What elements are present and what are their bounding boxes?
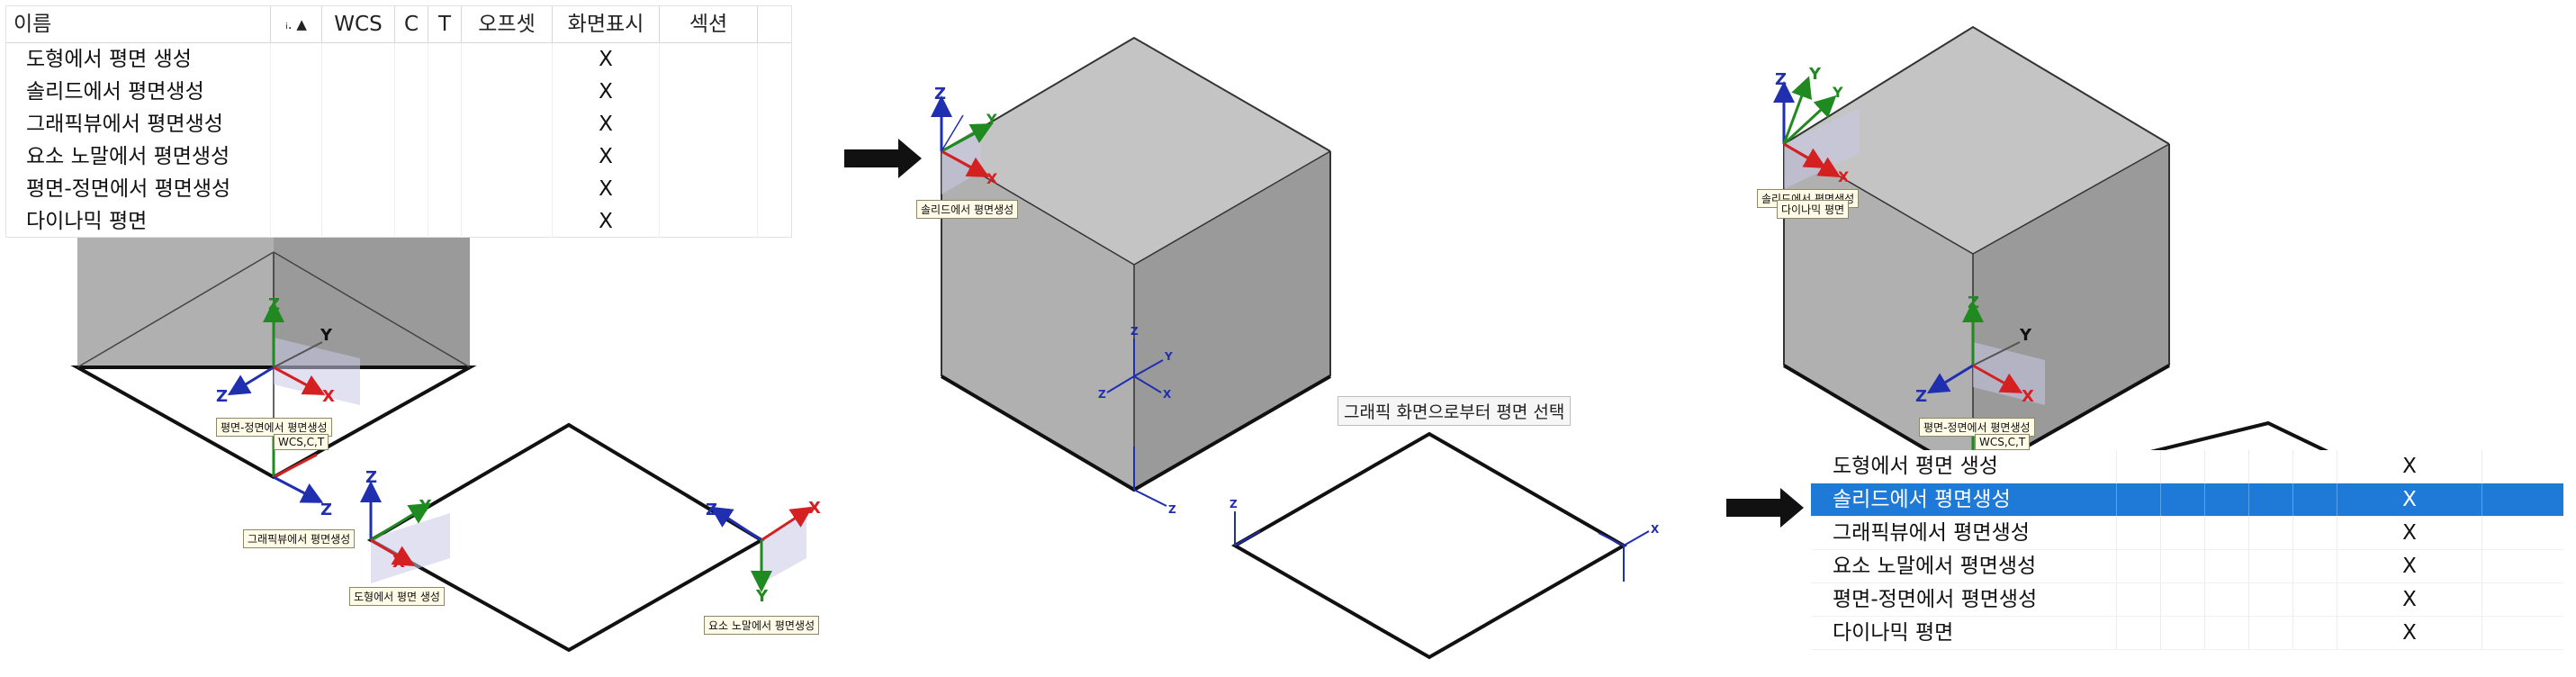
plane-tag-normal[interactable]: 요소 노말에서 평면생성 bbox=[704, 616, 820, 635]
row-name: 솔리드에서 평면생성 bbox=[6, 76, 271, 108]
pointer-arrow-icon bbox=[844, 139, 922, 178]
plane-tag-shape[interactable]: 도형에서 평면 생성 bbox=[349, 587, 445, 606]
col-header-section[interactable]: 섹션 bbox=[660, 6, 758, 42]
table-row[interactable]: 다이나믹 평면 X bbox=[6, 205, 791, 238]
table-row[interactable]: 그래픽뷰에서 평면생성 X bbox=[6, 108, 791, 140]
selection-hint: 그래픽 화면으로부터 평면 선택 bbox=[1338, 396, 1572, 426]
row-name: 다이나믹 평면 bbox=[1811, 617, 2117, 649]
axis-label-y: Y bbox=[419, 497, 432, 516]
row-name: 평면-정면에서 평면생성 bbox=[1811, 583, 2117, 616]
axis-label-z: Z bbox=[1968, 293, 1979, 312]
middle-graphics-view[interactable]: Z Y X Z Y Z X Z Z X 솔리드에서 평면생성 그래픽 화면으로부… bbox=[828, 0, 1710, 677]
row-display[interactable]: X bbox=[553, 43, 660, 76]
plane-tag-wcs[interactable]: WCS,C,T bbox=[1975, 434, 2031, 450]
axis-label-z: Z bbox=[216, 387, 228, 406]
col-header-display[interactable]: 화면표시 bbox=[553, 6, 660, 42]
axis-label-z: Z bbox=[1130, 325, 1139, 338]
plane-tag-dynamic[interactable]: 다이나믹 평면 bbox=[1777, 200, 1850, 219]
row-name: 요소 노말에서 평면생성 bbox=[6, 140, 271, 173]
axis-label-z: Z bbox=[1775, 70, 1787, 89]
axis-label-x: X bbox=[1163, 388, 1172, 401]
col-header-wcs[interactable]: WCS bbox=[322, 6, 395, 42]
axis-label-y: Y bbox=[1832, 84, 1843, 101]
axis-label-z: Z bbox=[1098, 388, 1106, 401]
axis-label-z: Z bbox=[268, 295, 280, 314]
row-display[interactable]: X bbox=[2337, 483, 2482, 516]
row-display[interactable]: X bbox=[553, 173, 660, 205]
table-row[interactable]: 그래픽뷰에서 평면생성 X bbox=[1811, 517, 2563, 550]
table-row[interactable]: 도형에서 평면 생성 X bbox=[6, 43, 791, 76]
shape-diamond bbox=[1230, 431, 1628, 660]
col-header-t[interactable]: T bbox=[428, 6, 462, 42]
plane-tag-graphic[interactable]: 그래픽뷰에서 평면생성 bbox=[243, 529, 356, 548]
plane-tag-wcs[interactable]: WCS,C,T bbox=[274, 434, 329, 450]
row-name: 도형에서 평면 생성 bbox=[6, 43, 271, 76]
axis-label-y: Y bbox=[986, 111, 997, 128]
col-header-name[interactable]: 이름 bbox=[6, 6, 271, 42]
axis-label-y: Y bbox=[1808, 65, 1822, 84]
middle-scene[interactable]: Z Y X Z Y Z X Z Z X bbox=[828, 0, 1710, 677]
axis-label-z: Z bbox=[1229, 498, 1238, 510]
row-name: 다이나믹 평면 bbox=[6, 205, 271, 238]
axis-label-z: Z bbox=[1915, 387, 1927, 406]
row-display[interactable]: X bbox=[2337, 583, 2482, 616]
table-row[interactable]: 요소 노말에서 평면생성 X bbox=[6, 140, 791, 173]
table-row[interactable]: 도형에서 평면 생성 X bbox=[1811, 450, 2563, 483]
plane-tag-solid[interactable]: 솔리드에서 평면생성 bbox=[916, 200, 1019, 219]
row-display[interactable]: X bbox=[553, 205, 660, 238]
row-name: 그래픽뷰에서 평면생성 bbox=[6, 108, 271, 140]
axis-label-x: X bbox=[2022, 387, 2034, 406]
row-name: 평면-정면에서 평면생성 bbox=[6, 173, 271, 205]
row-display[interactable]: X bbox=[2337, 517, 2482, 549]
axis-label-z: Z bbox=[1168, 503, 1176, 516]
axis-label-z: Z bbox=[934, 85, 946, 104]
table-row[interactable]: 평면-정면에서 평면생성 X bbox=[1811, 583, 2563, 617]
row-display[interactable]: X bbox=[553, 140, 660, 173]
axis-label-z: Z bbox=[320, 501, 332, 519]
table-row[interactable]: 솔리드에서 평면생성 X bbox=[6, 76, 791, 108]
row-display[interactable]: X bbox=[553, 108, 660, 140]
row-display[interactable]: X bbox=[2337, 550, 2482, 582]
axis-label-y: Y bbox=[755, 587, 769, 606]
axis-label-x: X bbox=[808, 499, 821, 518]
table-header: 이름 ᵢ. ▲ WCS C T 오프셋 화면표시 섹션 bbox=[6, 6, 791, 43]
row-display[interactable]: X bbox=[553, 76, 660, 108]
plane-list-table-right[interactable]: 도형에서 평면 생성 X 솔리드에서 평면생성 X 그래픽뷰에서 평면생성 X 요소 … bbox=[1811, 450, 2563, 654]
axis-label-x: X bbox=[1838, 168, 1850, 185]
axis-label-z: Z bbox=[365, 468, 377, 487]
axis-label-y: Y bbox=[320, 326, 333, 345]
row-name: 요소 노말에서 평면생성 bbox=[1811, 550, 2117, 582]
row-name: 도형에서 평면 생성 bbox=[1811, 450, 2117, 483]
axis-label-y: Y bbox=[1164, 350, 1173, 363]
left-graphics-view[interactable]: Z Y Z X Z Z Y X Z X Y 이름 ᵢ. ▲ WCS C T 오프… bbox=[0, 0, 864, 677]
axis-label-x: X bbox=[392, 553, 405, 572]
table-row-selected[interactable]: 솔리드에서 평면생성 X bbox=[1811, 483, 2563, 517]
row-display[interactable]: X bbox=[2337, 617, 2482, 649]
pointer-arrow-icon bbox=[1726, 488, 1804, 528]
table-row[interactable]: 평면-정면에서 평면생성 X bbox=[6, 173, 791, 205]
col-header-extra bbox=[758, 6, 791, 42]
axis-label-x: X bbox=[1651, 523, 1660, 536]
col-header-offset[interactable]: 오프셋 bbox=[462, 6, 553, 42]
row-name: 그래픽뷰에서 평면생성 bbox=[1811, 517, 2117, 549]
row-display[interactable]: X bbox=[2337, 450, 2482, 483]
axis-label-y: Y bbox=[2019, 326, 2032, 345]
col-header-id[interactable]: ᵢ. ▲ bbox=[271, 6, 322, 42]
row-name: 솔리드에서 평면생성 bbox=[1811, 483, 2117, 516]
axis-label-x: X bbox=[986, 170, 998, 187]
axis-label-z: Z bbox=[706, 501, 717, 519]
col-header-c[interactable]: C bbox=[395, 6, 428, 42]
table-row[interactable]: 다이나믹 평면 X bbox=[1811, 617, 2563, 650]
table-row[interactable]: 요소 노말에서 평면생성 X bbox=[1811, 550, 2563, 583]
plane-list-table[interactable]: 이름 ᵢ. ▲ WCS C T 오프셋 화면표시 섹션 도형에서 평면 생성 X … bbox=[5, 5, 792, 238]
axis-label-x: X bbox=[322, 387, 335, 406]
